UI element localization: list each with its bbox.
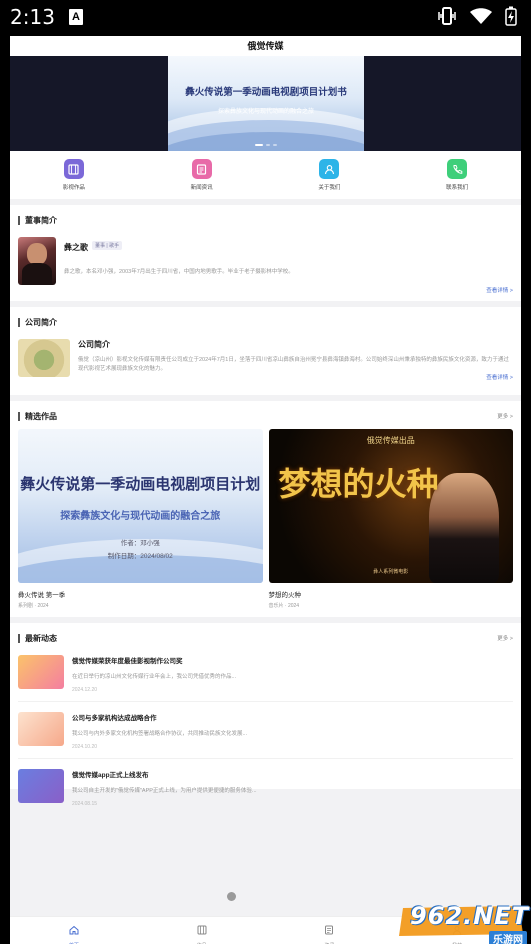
chairman-tag: 董事 | 歌手 bbox=[92, 241, 123, 251]
quick-nav-label: 影视作品 bbox=[62, 185, 85, 191]
section-title: 公司简介 bbox=[18, 317, 57, 327]
section-title: 最新动态 bbox=[18, 633, 57, 643]
quick-nav: 影视作品 新闻资讯 关于我们 联系我们 bbox=[10, 151, 521, 199]
works-more-link[interactable]: 更多 > bbox=[497, 412, 513, 420]
app-screen: 俄觉传媒 彝火传说第一季动画电视剧项目计划书 探索彝族文化与现代动画的融合之旅 … bbox=[10, 36, 521, 944]
work-meta: 音乐片 · 2024 bbox=[268, 603, 300, 609]
banner-indicator bbox=[10, 144, 521, 146]
poster-meta: 作者：邓小强 制作日期：2024/08/02 bbox=[107, 540, 173, 560]
section-title: 精选作品 bbox=[18, 411, 57, 421]
work-card[interactable]: 彝火传说第一季动画电视剧项目计划 探索彝族文化与现代动画的融合之旅 作者：邓小强… bbox=[18, 429, 263, 609]
watermark-text: 962.NET bbox=[410, 902, 530, 930]
tab-news[interactable]: 资讯 bbox=[266, 917, 394, 944]
watermark-subtext: 乐游网 bbox=[489, 931, 527, 944]
news-icon bbox=[191, 159, 212, 179]
chairman-more-link[interactable]: 查看详情 > bbox=[64, 286, 513, 294]
company-more-link[interactable]: 查看详情 > bbox=[78, 373, 513, 381]
home-icon bbox=[69, 925, 79, 935]
chairman-card[interactable]: 彝之歌 董事 | 歌手 彝之歌，本名邓小强，2003年7月出生于四川省，中国内地男… bbox=[18, 237, 513, 294]
work-card[interactable]: 俄觉传媒出品 梦想的火种 彝人系列微电影 梦想的火种 音乐片 · 2024 bbox=[268, 429, 513, 609]
news-date: 2024.10.20 bbox=[72, 744, 98, 750]
news-title: 俄觉传媒app正式上线发布 bbox=[72, 772, 149, 779]
news-thumbnail bbox=[18, 769, 64, 803]
news-item[interactable]: 俄觉传媒app正式上线发布 我公司自主开发的"俄觉传媒"APP正式上线，为用户提… bbox=[18, 759, 513, 815]
chairman-desc: 彝之歌，本名邓小强，2003年7月出生于四川省，中国内地男歌手。毕业于老子摄影林… bbox=[64, 269, 294, 275]
banner-carousel[interactable]: 彝火传说第一季动画电视剧项目计划书 探索彝族文化与现代动画的融合之旅 bbox=[10, 56, 521, 151]
company-card[interactable]: 公司简介 俄觉（凉山州）影视文化传媒有限责任公司成立于2024年7月1日，坐落于… bbox=[18, 339, 513, 381]
news-title: 俄觉传媒荣获年度最佳影视制作公司奖 bbox=[72, 658, 183, 665]
poster-title: 彝火传说第一季动画电视剧项目计划 bbox=[20, 475, 261, 493]
quick-nav-contact[interactable]: 联系我们 bbox=[417, 159, 497, 191]
wifi-icon bbox=[470, 8, 492, 24]
status-icons bbox=[437, 6, 517, 26]
chairman-name: 彝之歌 bbox=[64, 243, 88, 252]
quick-nav-about[interactable]: 关于我们 bbox=[289, 159, 369, 191]
news-desc: 在近日举行的凉山州文化传媒行业年会上，我公司凭借优秀的作品... bbox=[72, 674, 237, 680]
poster-title: 梦想的火种 bbox=[278, 465, 439, 503]
poster-subtitle: 探索彝族文化与现代动画的融合之旅 bbox=[60, 511, 221, 522]
chairman-section: 董事简介 彝之歌 董事 | 歌手 彝之歌，本名邓小强，2003年7月出生于四川省，… bbox=[10, 205, 521, 301]
page-title: 俄觉传媒 bbox=[10, 36, 521, 56]
work-name: 彝火传说 第一季 bbox=[18, 592, 66, 599]
quick-nav-news[interactable]: 新闻资讯 bbox=[162, 159, 242, 191]
quick-nav-label: 联系我们 bbox=[446, 185, 469, 191]
company-name: 公司简介 bbox=[78, 340, 110, 349]
news-thumbnail bbox=[18, 712, 64, 746]
news-item[interactable]: 俄觉传媒荣获年度最佳影视制作公司奖 在近日举行的凉山州文化传媒行业年会上，我公司… bbox=[18, 645, 513, 702]
news-thumbnail bbox=[18, 655, 64, 689]
company-desc: 俄觉（凉山州）影视文化传媒有限责任公司成立于2024年7月1日，坐落于四川省凉山… bbox=[78, 357, 509, 372]
tab-works[interactable]: 作品 bbox=[138, 917, 266, 944]
news-date: 2024.08.15 bbox=[72, 801, 98, 807]
notification-icon: A bbox=[69, 9, 83, 25]
news-section: 最新动态 更多 > 俄觉传媒荣获年度最佳影视制作公司奖 在近日举行的凉山州文化传… bbox=[10, 623, 521, 807]
banner-subtitle: 探索彝族文化与现代动画的融合之旅 bbox=[217, 109, 314, 115]
vibrate-icon bbox=[438, 7, 456, 25]
banner-image: 彝火传说第一季动画电视剧项目计划书 探索彝族文化与现代动画的融合之旅 bbox=[168, 56, 364, 151]
news-icon bbox=[325, 925, 334, 935]
works-section: 精选作品 更多 > 彝火传说第一季动画电视剧项目计划 探索彝族文化与现代动画的融… bbox=[10, 401, 521, 617]
banner-title: 彝火传说第一季动画电视剧项目计划书 bbox=[185, 87, 347, 98]
section-title: 董事简介 bbox=[18, 215, 57, 225]
poster-bottom: 彝人系列微电影 bbox=[373, 569, 409, 575]
news-desc: 我公司自主开发的"俄觉传媒"APP正式上线，为用户提供更便捷的服务体验... bbox=[72, 788, 257, 794]
work-poster: 彝火传说第一季动画电视剧项目计划 探索彝族文化与现代动画的融合之旅 作者：邓小强… bbox=[18, 429, 263, 583]
site-watermark: 962.NET 乐游网 bbox=[396, 900, 531, 944]
news-date: 2024.12.20 bbox=[72, 687, 98, 693]
film-icon bbox=[63, 159, 84, 179]
news-title: 公司与多家机构达成战略合作 bbox=[72, 715, 157, 722]
chairman-photo bbox=[18, 237, 56, 285]
battery-icon bbox=[505, 6, 517, 26]
floating-dot[interactable] bbox=[227, 892, 236, 901]
work-name: 梦想的火种 bbox=[268, 592, 302, 599]
company-section: 公司简介 公司简介 俄觉（凉山州）影视文化传媒有限责任公司成立于2024年7月1… bbox=[10, 307, 521, 395]
tab-home[interactable]: 首页 bbox=[10, 917, 138, 944]
company-logo bbox=[18, 339, 70, 377]
work-meta: 系列剧 · 2024 bbox=[18, 603, 49, 609]
news-more-link[interactable]: 更多 > bbox=[497, 634, 513, 642]
work-poster: 俄觉传媒出品 梦想的火种 彝人系列微电影 bbox=[268, 429, 513, 583]
news-item[interactable]: 公司与多家机构达成战略合作 我公司与内外多家文化机构签署战略合作协议，共同推动民… bbox=[18, 702, 513, 759]
quick-nav-works[interactable]: 影视作品 bbox=[34, 159, 114, 191]
quick-nav-label: 新闻资讯 bbox=[190, 185, 213, 191]
poster-figure bbox=[429, 473, 499, 583]
film-icon bbox=[197, 925, 207, 935]
status-time: 2:13 bbox=[10, 5, 55, 29]
status-bar: 2:13 A bbox=[0, 0, 531, 36]
phone-icon bbox=[447, 159, 468, 179]
user-icon bbox=[319, 159, 340, 179]
poster-top: 俄觉传媒出品 bbox=[366, 436, 415, 445]
quick-nav-label: 关于我们 bbox=[318, 185, 341, 191]
news-desc: 我公司与内外多家文化机构签署战略合作协议，共同推动民族文化发展... bbox=[72, 731, 248, 737]
